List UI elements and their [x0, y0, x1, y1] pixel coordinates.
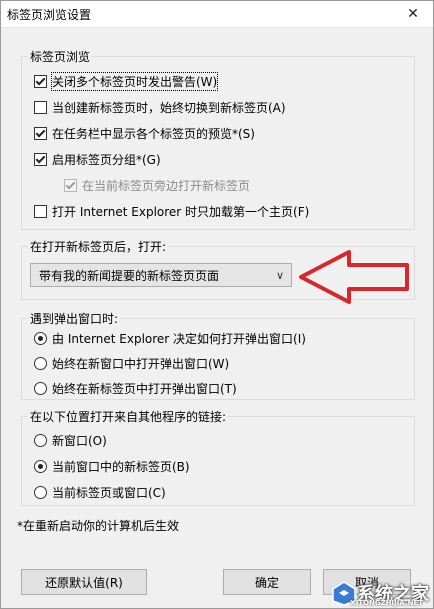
red-arrow-annotation	[299, 250, 409, 304]
site-watermark: 系统之家 XITONGZHIJIA.NET	[331, 580, 429, 607]
close-icon[interactable]: ✕	[393, 1, 433, 27]
popup-legend: 遇到弹出窗口时:	[28, 310, 121, 327]
checkbox-taskbar-preview[interactable]: 在任务栏中显示各个标签页的预览*(S)	[34, 124, 255, 142]
dropdown-selected-value: 带有我的新闻提要的新标签页页面	[39, 268, 220, 283]
checkbox-open-next-to-current: 在当前标签页旁边打开新标签页	[64, 176, 250, 194]
radio-label: 始终在新窗口中打开弹出窗口(W)	[52, 356, 230, 371]
radio-label: 当前标签页或窗口(C)	[52, 485, 166, 500]
checkbox-label: 在当前标签页旁边打开新标签页	[82, 178, 251, 193]
checkbox-label: 启用标签页分组*(G)	[52, 152, 161, 167]
popup-group: 遇到弹出窗口时: 由 Internet Explorer 决定如何打开弹出窗口(…	[21, 310, 415, 400]
window-title: 标签页浏览设置	[7, 8, 92, 22]
watermark-subtext: XITONGZHIJIA.NET	[350, 599, 423, 607]
radio-new-tab[interactable]: 始终在新标签页中打开弹出窗口(T)	[34, 379, 237, 397]
checkbox-icon[interactable]	[34, 100, 47, 114]
checkbox-icon[interactable]	[34, 126, 47, 140]
radio-icon[interactable]	[34, 433, 47, 447]
checkbox-label: 打开 Internet Explorer 时只加载第一个主页(F)	[52, 204, 310, 219]
checkbox-switch-new-tab[interactable]: 当创建新标签页时，始终切换到新标签页(A)	[34, 98, 286, 116]
restart-footnote: *在重新启动你的计算机后生效	[17, 519, 180, 533]
checkbox-tab-grouping[interactable]: 启用标签页分组*(G)	[34, 150, 161, 168]
checkbox-label: 关闭多个标签页时发出警告(W)	[50, 71, 219, 91]
external-links-group: 在以下位置打开来自其他程序的链接: 新窗口(O) 当前窗口中的新标签页(B) 当…	[21, 408, 415, 506]
tabbed-browsing-group: 标签页浏览 关闭多个标签页时发出警告(W) 当创建新标签页时，始终切换到新标签页…	[21, 48, 415, 230]
radio-new-window[interactable]: 始终在新窗口中打开弹出窗口(W)	[34, 354, 229, 372]
radio-icon[interactable]	[34, 485, 47, 499]
new-tab-dropdown[interactable]: 带有我的新闻提要的新标签页页面 ∨	[30, 263, 292, 287]
checkbox-icon[interactable]	[34, 74, 47, 88]
ok-button[interactable]: 确定	[223, 569, 311, 595]
dialog-window: 标签页浏览设置 ✕ 标签页浏览 关闭多个标签页时发出警告(W) 当创建新标签页时…	[0, 0, 434, 609]
chevron-down-icon[interactable]: ∨	[269, 269, 291, 282]
checkbox-icon	[64, 178, 77, 192]
radio-link-new-window[interactable]: 新窗口(O)	[34, 431, 107, 449]
checkbox-label: 在任务栏中显示各个标签页的预览*(S)	[52, 126, 255, 141]
checkbox-icon[interactable]	[34, 204, 47, 218]
radio-link-new-tab[interactable]: 当前窗口中的新标签页(B)	[34, 457, 190, 475]
radio-link-current[interactable]: 当前标签页或窗口(C)	[34, 483, 166, 501]
restore-defaults-button[interactable]: 还原默认值(R)	[21, 569, 147, 595]
title-bar: 标签页浏览设置 ✕	[1, 1, 433, 28]
radio-icon[interactable]	[34, 331, 47, 345]
tabbed-browsing-legend: 标签页浏览	[28, 48, 93, 65]
radio-ie-decides[interactable]: 由 Internet Explorer 决定如何打开弹出窗口(I)	[34, 329, 306, 347]
radio-label: 当前窗口中的新标签页(B)	[52, 459, 190, 474]
checkbox-warn-close[interactable]: 关闭多个标签页时发出警告(W)	[34, 71, 219, 91]
radio-icon[interactable]	[34, 356, 47, 370]
checkbox-icon[interactable]	[34, 152, 47, 166]
checkbox-label: 当创建新标签页时，始终切换到新标签页(A)	[52, 100, 286, 115]
radio-icon[interactable]	[34, 459, 47, 473]
radio-icon[interactable]	[34, 381, 47, 395]
radio-label: 新窗口(O)	[52, 433, 107, 448]
external-links-legend: 在以下位置打开来自其他程序的链接:	[28, 408, 229, 425]
radio-label: 始终在新标签页中打开弹出窗口(T)	[52, 381, 237, 396]
checkbox-load-first-home[interactable]: 打开 Internet Explorer 时只加载第一个主页(F)	[34, 202, 309, 220]
radio-label: 由 Internet Explorer 决定如何打开弹出窗口(I)	[52, 331, 306, 346]
new-tab-legend: 在打开新标签页后，打开:	[28, 238, 169, 255]
